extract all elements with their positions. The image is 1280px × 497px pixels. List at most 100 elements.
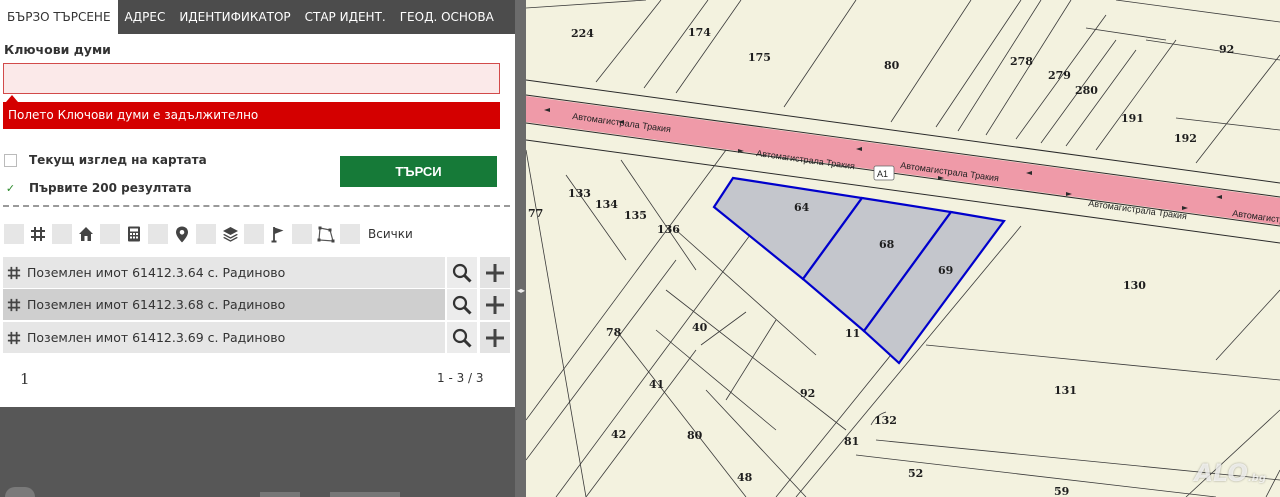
search-button[interactable]: ТЪРСИ	[340, 156, 497, 187]
svg-text:133: 133	[568, 187, 591, 200]
svg-text:131: 131	[1054, 384, 1077, 397]
plus-icon	[486, 295, 504, 314]
filter-checkbox-all[interactable]	[340, 224, 360, 244]
svg-text:175: 175	[748, 51, 771, 64]
current-view-option: Текущ изглед на картата	[4, 153, 207, 167]
calculator-icon[interactable]	[120, 223, 148, 245]
map-canvas[interactable]: Автомагистрала Тракия Автомагистрала Тра…	[526, 0, 1280, 497]
svg-text:192: 192	[1174, 132, 1197, 145]
svg-text:78: 78	[606, 326, 622, 339]
tab-bar: БЪРЗО ТЪРСЕНЕ АДРЕС ИДЕНТИФИКАТОР СТАР И…	[0, 0, 515, 34]
filter-toolbar: Всички	[4, 223, 413, 245]
panel-splitter[interactable]: ◂▸	[515, 0, 526, 497]
footer-control[interactable]	[330, 492, 400, 497]
svg-text:92: 92	[800, 387, 815, 400]
result-text: Поземлен имот 61412.3.68 с. Радиново	[27, 297, 286, 312]
keywords-input[interactable]	[3, 63, 500, 94]
filter-checkbox-parcel[interactable]	[4, 224, 24, 244]
panel-footer	[0, 407, 515, 497]
splitter-handle-icon[interactable]: ◂▸	[517, 286, 525, 310]
svg-text:134: 134	[595, 198, 618, 211]
zoom-to-result-button[interactable]	[447, 257, 477, 288]
svg-text:52: 52	[908, 467, 923, 480]
add-result-button[interactable]	[480, 322, 510, 353]
tab-address[interactable]: АДРЕС	[118, 0, 173, 34]
result-item[interactable]: Поземлен имот 61412.3.69 с. Радиново	[3, 322, 445, 353]
svg-text:69: 69	[938, 264, 953, 277]
first-200-checkbox[interactable]: ✓	[4, 181, 17, 195]
filter-checkbox-point[interactable]	[244, 224, 264, 244]
svg-text:80: 80	[884, 59, 900, 72]
grid-icon[interactable]	[24, 223, 52, 245]
svg-text:40: 40	[692, 321, 708, 334]
svg-text:77: 77	[528, 207, 543, 220]
grid-icon	[7, 331, 21, 344]
tab-quick-search[interactable]: БЪРЗО ТЪРСЕНЕ	[0, 0, 118, 34]
svg-text:132: 132	[874, 414, 897, 427]
result-text: Поземлен имот 61412.3.64 с. Радиново	[27, 265, 286, 280]
svg-text:135: 135	[624, 209, 647, 222]
app-window: БЪРЗО ТЪРСЕНЕ АДРЕС ИДЕНТИФИКАТОР СТАР И…	[0, 0, 1280, 497]
footer-control[interactable]	[260, 492, 300, 497]
footer-control[interactable]	[5, 487, 35, 497]
flag-icon[interactable]	[264, 223, 292, 245]
watermark-logo: ALO.bg	[1194, 459, 1266, 487]
polygon-icon[interactable]	[312, 223, 340, 245]
svg-text:59: 59	[1054, 485, 1069, 497]
error-arrow	[6, 95, 18, 102]
filter-checkbox-polygon[interactable]	[292, 224, 312, 244]
filter-checkbox-layer[interactable]	[196, 224, 216, 244]
keywords-label: Ключови думи	[4, 42, 111, 57]
svg-text:280: 280	[1075, 84, 1098, 97]
filter-all-label: Всички	[368, 227, 413, 241]
pagination-page[interactable]: 1	[20, 370, 30, 388]
grid-icon	[7, 266, 21, 279]
magnifier-icon	[452, 263, 472, 283]
svg-text:174: 174	[688, 26, 711, 39]
svg-text:279: 279	[1048, 69, 1071, 82]
filter-checkbox-address[interactable]	[148, 224, 168, 244]
layers-icon[interactable]	[216, 223, 244, 245]
current-view-label: Текущ изглед на картата	[29, 153, 207, 167]
result-item[interactable]: Поземлен имот 61412.3.64 с. Радиново	[3, 257, 445, 288]
home-icon[interactable]	[72, 223, 100, 245]
zoom-to-result-button[interactable]	[447, 289, 477, 320]
svg-text:191: 191	[1121, 112, 1144, 125]
svg-text:11: 11	[845, 327, 860, 340]
svg-text:68: 68	[879, 238, 895, 251]
magnifier-icon	[452, 295, 472, 315]
result-text: Поземлен имот 61412.3.69 с. Радиново	[27, 330, 286, 345]
result-row: Поземлен имот 61412.3.64 с. Радиново	[3, 257, 510, 288]
svg-text:136: 136	[657, 223, 680, 236]
magnifier-icon	[452, 328, 472, 348]
add-result-button[interactable]	[480, 289, 510, 320]
divider	[3, 205, 510, 207]
tab-identifier[interactable]: ИДЕНТИФИКАТОР	[172, 0, 297, 34]
svg-text:48: 48	[737, 471, 753, 484]
tab-geodetic-base[interactable]: ГЕОД. ОСНОВА	[393, 0, 501, 34]
svg-text:92: 92	[1219, 43, 1234, 56]
location-pin-icon[interactable]	[168, 223, 196, 245]
filter-checkbox-building[interactable]	[52, 224, 72, 244]
result-row: Поземлен имот 61412.3.68 с. Радиново	[3, 289, 510, 320]
svg-text:278: 278	[1010, 55, 1033, 68]
add-result-button[interactable]	[480, 257, 510, 288]
filter-checkbox-unit[interactable]	[100, 224, 120, 244]
svg-text:224: 224	[571, 27, 594, 40]
cadastral-map[interactable]: Автомагистрала Тракия Автомагистрала Тра…	[526, 0, 1280, 497]
result-item[interactable]: Поземлен имот 61412.3.68 с. Радиново	[3, 289, 445, 320]
zoom-to-result-button[interactable]	[447, 322, 477, 353]
tab-old-identifier[interactable]: СТАР ИДЕНТ.	[298, 0, 393, 34]
svg-text:42: 42	[611, 428, 626, 441]
result-row: Поземлен имот 61412.3.69 с. Радиново	[3, 322, 510, 353]
current-view-checkbox[interactable]	[4, 153, 17, 167]
svg-text:130: 130	[1123, 279, 1146, 292]
svg-text:41: 41	[649, 378, 664, 391]
grid-icon	[7, 298, 21, 311]
first-200-option: ✓ Първите 200 резултата	[4, 181, 192, 195]
error-message: Полето Ключови думи е задължително	[3, 102, 500, 129]
plus-icon	[486, 263, 504, 282]
svg-text:81: 81	[844, 435, 859, 448]
first-200-label: Първите 200 резултата	[29, 181, 192, 195]
svg-text:80: 80	[687, 429, 703, 442]
